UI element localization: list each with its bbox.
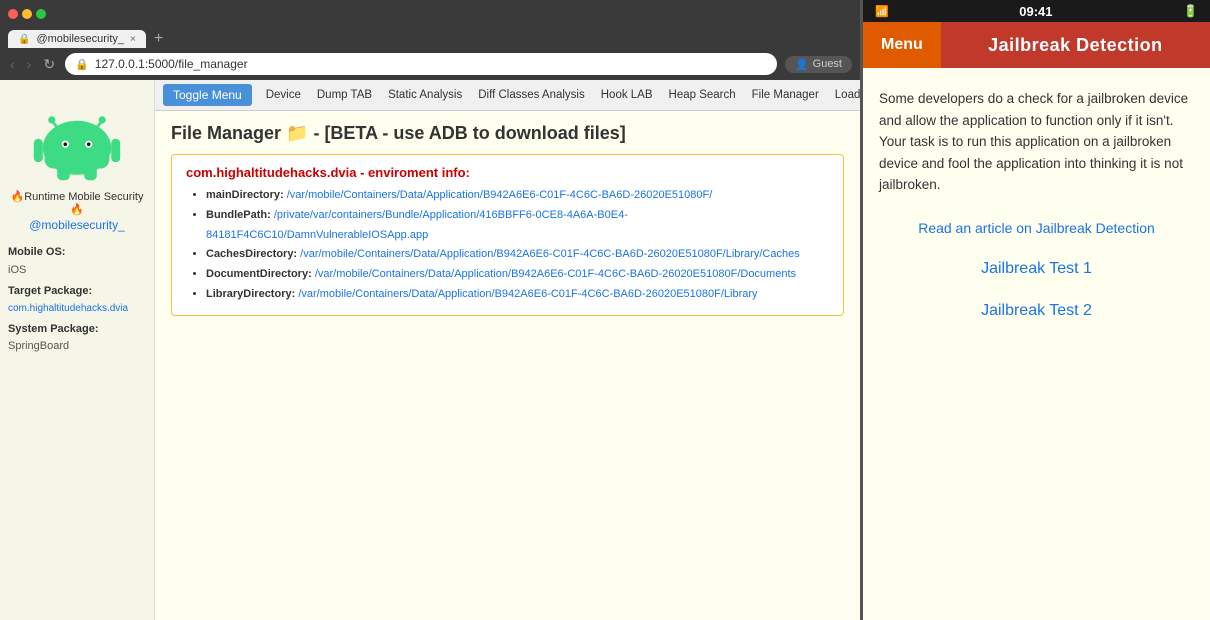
guest-label: Guest	[813, 58, 842, 70]
battery-status: 🔋	[1183, 4, 1198, 18]
env-key: CachesDirectory:	[206, 248, 297, 260]
system-pkg-value: SpringBoard	[8, 338, 146, 356]
page-title: File Manager 📁 - [BETA - use ADB to down…	[171, 123, 844, 144]
tab-file-manager[interactable]: File Manager	[744, 85, 827, 105]
fire-icon-left: 🔥	[11, 191, 25, 203]
tab-favicon: 🔒	[18, 34, 30, 45]
tab-load-frida[interactable]: Load Frida Script	[827, 85, 860, 105]
address-bar[interactable]: 🔒 127.0.0.1:5000/file_manager	[65, 53, 777, 75]
browser-window: 🔒 @mobilesecurity_ × + ‹ › ↻ 🔒 127.0.0.1…	[0, 0, 860, 620]
username-link[interactable]: @mobilesecurity_	[29, 218, 125, 232]
runtime-label: 🔥Runtime Mobile Security🔥	[8, 190, 146, 216]
url-text: 127.0.0.1:5000/file_manager	[95, 57, 248, 71]
close-window-button[interactable]	[8, 9, 18, 19]
jailbreak-test-1-button[interactable]: Jailbreak Test 1	[879, 260, 1194, 278]
back-button[interactable]: ‹	[8, 56, 17, 72]
maximize-window-button[interactable]	[36, 9, 46, 19]
android-logo	[32, 92, 122, 182]
battery-icon: 🔋	[1183, 4, 1198, 18]
person-icon: 👤	[795, 58, 809, 71]
main-panel: Toggle Menu Device Dump TAB Static Analy…	[155, 80, 860, 620]
mobile-os-value: iOS	[8, 262, 146, 280]
target-pkg-value: com.highaltitudehacks.dvia	[8, 301, 146, 317]
env-key: BundlePath:	[206, 209, 271, 221]
mobile-title-bar: Jailbreak Detection	[941, 22, 1210, 68]
tab-label: @mobilesecurity_	[36, 33, 124, 45]
system-pkg-label: System Package:	[8, 321, 146, 339]
mobile-nav-bar: Menu Jailbreak Detection	[863, 22, 1210, 68]
toggle-menu-button[interactable]: Toggle Menu	[163, 84, 252, 106]
tab-bar: 🔒 @mobilesecurity_ × +	[0, 28, 860, 48]
tab-diff-classes[interactable]: Diff Classes Analysis	[470, 85, 593, 105]
address-bar-row: ‹ › ↻ 🔒 127.0.0.1:5000/file_manager 👤 Gu…	[0, 48, 860, 80]
mobile-status-bar: 📶 09:41 🔋	[863, 0, 1210, 22]
traffic-lights	[8, 9, 46, 19]
mobile-content: Some developers do a check for a jailbro…	[863, 68, 1210, 620]
mobile-time: 09:41	[1019, 4, 1052, 19]
env-key: DocumentDirectory:	[206, 268, 312, 280]
nav-tabs: Toggle Menu Device Dump TAB Static Analy…	[155, 80, 860, 111]
tab-heap-search[interactable]: Heap Search	[661, 85, 744, 105]
env-list: mainDirectory: /var/mobile/Containers/Da…	[186, 186, 829, 305]
jailbreak-test-2-button[interactable]: Jailbreak Test 2	[879, 302, 1194, 320]
mobile-menu-button[interactable]: Menu	[863, 22, 941, 68]
env-list-item: LibraryDirectory: /var/mobile/Containers…	[206, 285, 829, 305]
tab-hook-lab[interactable]: Hook LAB	[593, 85, 661, 105]
mobile-title: Jailbreak Detection	[988, 35, 1163, 56]
guest-button[interactable]: 👤 Guest	[785, 56, 852, 73]
tab-close-button[interactable]: ×	[130, 34, 136, 45]
env-val: /var/mobile/Containers/Data/Application/…	[300, 248, 800, 260]
wifi-status: 📶	[875, 5, 889, 18]
refresh-button[interactable]: ↻	[41, 56, 57, 73]
env-val: /var/mobile/Containers/Data/Application/…	[298, 288, 757, 300]
mobile-panel: 📶 09:41 🔋 Menu Jailbreak Detection Some …	[860, 0, 1210, 620]
tab-dump[interactable]: Dump TAB	[309, 85, 380, 105]
mobile-os-label: Mobile OS:	[8, 244, 146, 262]
minimize-window-button[interactable]	[22, 9, 32, 19]
env-list-item: DocumentDirectory: /var/mobile/Container…	[206, 265, 829, 285]
env-list-item: CachesDirectory: /var/mobile/Containers/…	[206, 245, 829, 265]
secure-icon: 🔒	[75, 58, 89, 71]
jailbreak-description: Some developers do a check for a jailbro…	[879, 88, 1194, 196]
sidebar: 🔥Runtime Mobile Security🔥 @mobilesecurit…	[0, 80, 155, 620]
env-list-item: BundlePath: /private/var/containers/Bund…	[206, 206, 829, 246]
browser-chrome	[0, 0, 860, 28]
content-area: File Manager 📁 - [BETA - use ADB to down…	[155, 111, 860, 620]
env-val: /var/mobile/Containers/Data/Application/…	[315, 268, 796, 280]
env-list-item: mainDirectory: /var/mobile/Containers/Da…	[206, 186, 829, 206]
env-key: mainDirectory:	[206, 189, 284, 201]
fire-icon-right: 🔥	[70, 204, 84, 216]
tab-device[interactable]: Device	[258, 85, 309, 105]
sidebar-info: Mobile OS: iOS Target Package: com.higha…	[8, 244, 146, 360]
tab-static-analysis[interactable]: Static Analysis	[380, 85, 470, 105]
env-info-box: com.highaltitudehacks.dvia - enviroment …	[171, 154, 844, 316]
browser-content: 🔥Runtime Mobile Security🔥 @mobilesecurit…	[0, 80, 860, 620]
new-tab-button[interactable]: +	[150, 30, 167, 48]
target-pkg-label: Target Package:	[8, 283, 146, 301]
env-header: com.highaltitudehacks.dvia - enviroment …	[186, 165, 829, 180]
env-val: /var/mobile/Containers/Data/Application/…	[287, 189, 713, 201]
env-key: LibraryDirectory:	[206, 288, 295, 300]
browser-tab-active[interactable]: 🔒 @mobilesecurity_ ×	[8, 30, 146, 48]
forward-button[interactable]: ›	[25, 56, 34, 72]
read-article-link[interactable]: Read an article on Jailbreak Detection	[879, 220, 1194, 236]
